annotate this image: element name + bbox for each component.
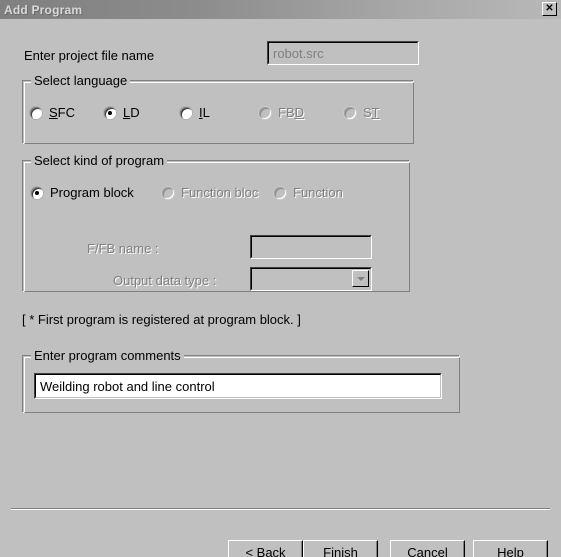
project-file-name-label: Enter project file name xyxy=(24,48,155,63)
radio-language-st-label: ST xyxy=(363,105,380,120)
window-title: Add Program xyxy=(4,2,83,17)
close-button[interactable]: ✕ xyxy=(542,2,557,16)
ffb-name-value xyxy=(251,236,371,258)
footer-separator xyxy=(11,508,550,510)
radio-language-ld-label: LD xyxy=(123,105,140,120)
first-program-note: [ * First program is registered at progr… xyxy=(22,312,301,327)
radio-language-st: ST xyxy=(344,105,380,120)
radio-language-ld[interactable]: LD xyxy=(104,105,140,120)
radio-kind-function-bloc-label: Function bloc xyxy=(181,185,259,200)
radio-kind-function-bloc: Function bloc xyxy=(162,185,258,200)
radio-icon xyxy=(104,106,116,119)
program-comments-value: Weilding robot and line control xyxy=(35,374,441,398)
cancel-button-label: Cancel xyxy=(407,544,448,557)
radio-icon xyxy=(274,186,286,199)
radio-language-il-label: IL xyxy=(199,105,210,120)
select-kind-of-program-title: Select kind of program xyxy=(31,153,168,168)
ffb-name-label: F/FB name : xyxy=(87,241,159,256)
radio-icon xyxy=(162,186,174,199)
help-button-label: Help xyxy=(497,544,524,557)
program-comments-input[interactable]: Weilding robot and line control xyxy=(34,373,442,399)
radio-icon xyxy=(344,106,356,119)
radio-icon xyxy=(30,106,42,119)
cancel-button[interactable]: Cancel xyxy=(390,540,465,557)
radio-language-il[interactable]: IL xyxy=(180,105,210,120)
radio-language-fbd: FBD xyxy=(259,105,304,120)
radio-language-sfc-label: SFC xyxy=(49,105,76,120)
output-data-type-select xyxy=(250,267,372,291)
radio-language-fbd-label: FBD xyxy=(278,105,305,120)
finish-button-label: Finish xyxy=(323,544,358,557)
help-button[interactable]: Help xyxy=(473,540,548,557)
radio-icon xyxy=(31,186,43,199)
finish-button[interactable]: Finish xyxy=(303,540,378,557)
radio-icon xyxy=(180,106,192,119)
back-button[interactable]: < Back xyxy=(228,540,303,557)
output-data-type-label: Output data type : xyxy=(113,273,217,288)
enter-program-comments-title: Enter program comments xyxy=(31,348,184,363)
radio-language-sfc[interactable]: SFC xyxy=(30,105,75,120)
project-file-name-input[interactable]: robot.src xyxy=(267,41,419,65)
project-file-name-value: robot.src xyxy=(268,42,418,64)
radio-kind-program-block[interactable]: Program block xyxy=(31,185,134,200)
chevron-down-icon xyxy=(352,270,369,287)
title-bar: Add Program ✕ xyxy=(0,0,561,19)
select-language-title: Select language xyxy=(31,73,131,88)
radio-kind-function-label: Function xyxy=(293,185,343,200)
radio-kind-function: Function xyxy=(274,185,343,200)
add-program-dialog: Add Program ✕ Enter project file name ro… xyxy=(0,0,561,557)
back-button-label: < Back xyxy=(245,544,286,557)
dialog-client-area: Enter project file name robot.src Select… xyxy=(0,19,561,557)
ffb-name-input xyxy=(250,235,372,259)
radio-kind-program-block-label: Program block xyxy=(50,185,134,200)
close-icon: ✕ xyxy=(545,3,554,14)
radio-icon xyxy=(259,106,271,119)
